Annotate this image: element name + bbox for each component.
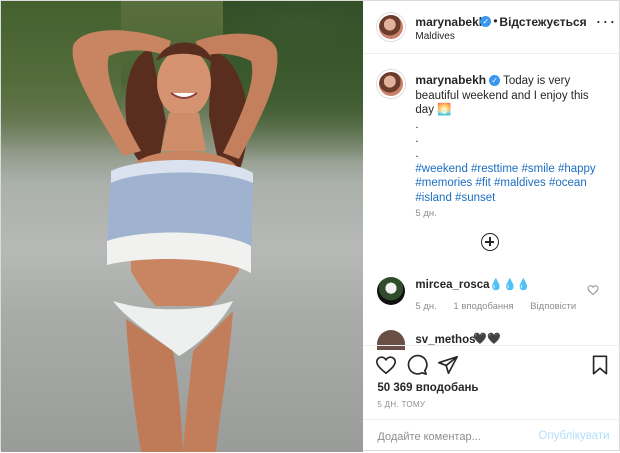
comment-heart-icon[interactable] (587, 284, 599, 296)
caption-author-avatar[interactable] (377, 70, 406, 98)
author-username[interactable]: marynabekh (415, 15, 486, 29)
plus-circle-icon[interactable] (481, 233, 500, 251)
author-avatar[interactable] (377, 13, 406, 41)
more-options-icon[interactable]: ··· (595, 11, 616, 32)
caption-timestamp: 5 дн. (415, 208, 437, 219)
heart-icon[interactable] (375, 354, 397, 376)
follow-status-button[interactable]: Відстежується (499, 15, 586, 29)
post-location[interactable]: Maldives (415, 31, 454, 42)
comment-reply-button[interactable]: Відповісти (530, 301, 576, 312)
post-photo[interactable] (1, 1, 364, 452)
add-comment-input[interactable] (377, 431, 528, 443)
post-caption: marynabekh ✓ Today is very beautiful weeke… (415, 73, 605, 205)
add-comment-bar: Опублікувати (363, 419, 620, 453)
publish-comment-button[interactable]: Опублікувати (538, 430, 609, 442)
photo-subject (72, 30, 278, 452)
comment-timestamp: 5 дн. (415, 301, 437, 312)
comment-text: 🖤🖤 (473, 333, 501, 345)
caption-author-username[interactable]: marynabekh (415, 73, 486, 87)
post-sidebar: marynabekh ✓ • Відстежується Maldives ··… (363, 1, 620, 453)
separator-dot: • (493, 14, 498, 28)
bookmark-icon[interactable] (589, 354, 611, 376)
verified-badge-icon: ✓ (489, 75, 501, 86)
comment-likes[interactable]: 1 вподобання (453, 301, 513, 312)
comment-username[interactable]: mircea_rosca (415, 279, 489, 291)
caption-hashtags[interactable]: #weekend #resttime #smile #happy #memori… (415, 162, 605, 206)
comment-bubble-icon[interactable] (406, 354, 428, 376)
instagram-post: marynabekh ✓ • Відстежується Maldives ··… (0, 0, 620, 453)
paper-plane-icon[interactable] (437, 354, 459, 376)
comment-meta: 5 дн. 1 вподобання Відповісти (415, 301, 590, 312)
post-header: marynabekh ✓ • Відстежується Maldives ··… (363, 1, 620, 54)
likes-count[interactable]: 50 369 вподобань (377, 382, 478, 394)
post-actions: 50 369 вподобань 5 ДН. ТОМУ (363, 345, 620, 409)
caption-spacer: . . . (415, 118, 419, 160)
commenter-avatar[interactable] (377, 277, 406, 305)
comment-text: 💧💧💧 (489, 279, 531, 291)
verified-badge-icon: ✓ (480, 16, 492, 27)
post-timestamp: 5 ДН. ТОМУ (377, 400, 426, 409)
